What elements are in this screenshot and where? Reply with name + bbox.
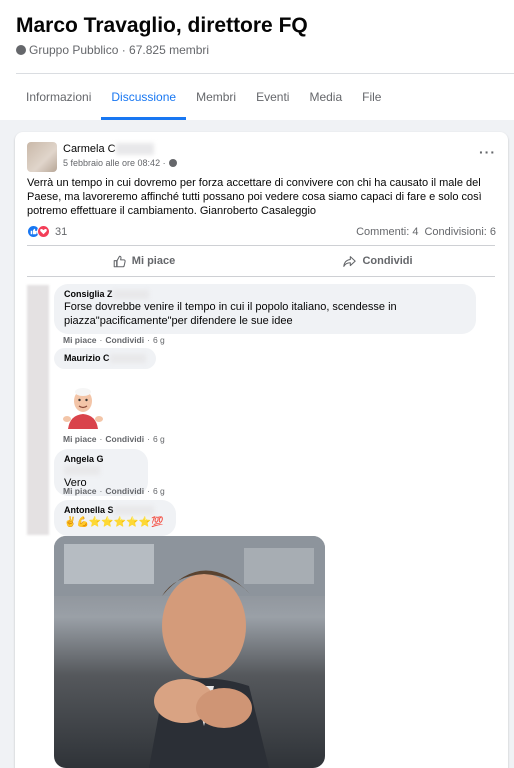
dot-separator: · xyxy=(99,335,103,345)
comment-text: Forse dovrebbe venire il tempo in cui il… xyxy=(64,301,397,327)
comment-item: Maurizio C xyxy=(54,348,156,369)
blurred-surname xyxy=(109,354,146,364)
post-timestamp[interactable]: 5 febbraio alle ore 08:42 · xyxy=(63,158,177,168)
dot-separator: · xyxy=(147,335,150,345)
tab-membri[interactable]: Membri xyxy=(186,74,246,120)
dot-separator: · xyxy=(147,486,150,496)
post-action-bar: Mi piace Condividi xyxy=(27,245,495,277)
post-text: Verrà un tempo in cui dovremo per forza … xyxy=(27,177,482,217)
group-meta: Gruppo Pubblico · 67.825 membri xyxy=(16,43,209,57)
reactions-count: 31 xyxy=(55,225,68,238)
comment-bubble: Maurizio C xyxy=(54,348,156,369)
blurred-avatars-strip xyxy=(27,285,49,535)
comment-time[interactable]: 6 g xyxy=(153,486,165,496)
group-meta-text: Gruppo Pubblico · 67.825 membri xyxy=(29,43,210,57)
comment-like-link[interactable]: Mi piace xyxy=(63,486,97,496)
comment-share-link[interactable]: Condividi xyxy=(105,486,144,496)
group-title[interactable]: Marco Travaglio, direttore FQ xyxy=(16,14,308,38)
gif-illustration xyxy=(54,536,325,768)
comment-bubble: Antonella S ✌💪⭐⭐⭐⭐⭐💯 xyxy=(54,500,176,536)
comment-author[interactable]: Antonella S xyxy=(64,505,166,516)
blurred-surname xyxy=(112,290,149,300)
comment-actions: Mi piace · Condividi · 6 g xyxy=(63,434,165,444)
comments-count[interactable]: Commenti: 4 xyxy=(356,226,418,238)
globe-icon xyxy=(168,159,177,167)
share-button[interactable]: Condividi xyxy=(261,246,495,276)
dot-separator: · xyxy=(99,434,103,444)
comment-share-link[interactable]: Condividi xyxy=(105,335,144,345)
like-button-label: Mi piace xyxy=(131,255,176,267)
comment-like-link[interactable]: Mi piace xyxy=(63,335,97,345)
gif-image[interactable] xyxy=(54,536,325,768)
group-header: Marco Travaglio, direttore FQ Gruppo Pub… xyxy=(0,0,514,120)
sticker-image xyxy=(63,388,103,429)
blurred-surname xyxy=(115,143,154,156)
post-author-name[interactable]: Carmela C xyxy=(63,143,116,155)
blurred-surname xyxy=(113,506,154,516)
comment-item: Antonella S ✌💪⭐⭐⭐⭐⭐💯 xyxy=(54,500,176,536)
comment-like-link[interactable]: Mi piace xyxy=(63,434,97,444)
dot-separator: · xyxy=(99,486,103,496)
post-time-text[interactable]: 5 febbraio alle ore 08:42 · xyxy=(63,158,166,168)
comment-item: Consiglia Z Forse dovrebbe venire il tem… xyxy=(54,284,476,334)
comment-actions: Mi piace · Condividi · 6 g xyxy=(63,335,165,345)
post-counts: Commenti: 4 Condivisioni: 6 xyxy=(356,226,496,238)
more-options-icon[interactable]: ··· xyxy=(479,144,496,160)
comment-emoji-text: ✌💪⭐⭐⭐⭐⭐💯 xyxy=(64,517,164,528)
comment-actions: Mi piace · Condividi · 6 g xyxy=(63,486,165,496)
share-arrow-icon xyxy=(343,255,357,267)
reactions-summary[interactable]: 31 xyxy=(27,225,67,238)
group-tabs: Informazioni Discussione Membri Eventi M… xyxy=(16,74,391,120)
comment-author[interactable]: Maurizio C xyxy=(64,353,146,364)
tab-discussione[interactable]: Discussione xyxy=(101,74,186,120)
tab-eventi[interactable]: Eventi xyxy=(246,74,299,120)
like-button[interactable]: Mi piace xyxy=(27,246,261,276)
comment-author[interactable]: Angela G xyxy=(64,454,138,476)
comment-time[interactable]: 6 g xyxy=(153,434,165,444)
comment-author[interactable]: Consiglia Z xyxy=(64,289,466,300)
tab-media[interactable]: Media xyxy=(299,74,352,120)
comment-time[interactable]: 6 g xyxy=(153,335,165,345)
blurred-surname xyxy=(64,466,100,476)
tab-file[interactable]: File xyxy=(352,74,391,120)
shares-count[interactable]: Condivisioni: 6 xyxy=(424,226,496,238)
globe-icon xyxy=(16,45,26,55)
post-author[interactable]: Carmela C xyxy=(63,143,154,156)
dot-separator: · xyxy=(147,434,150,444)
comment-share-link[interactable]: Condividi xyxy=(105,434,144,444)
tab-informazioni[interactable]: Informazioni xyxy=(16,74,101,120)
share-button-label: Condividi xyxy=(362,255,413,267)
author-avatar[interactable] xyxy=(27,142,57,172)
comment-bubble: Consiglia Z Forse dovrebbe venire il tem… xyxy=(54,284,476,334)
thumbs-up-icon xyxy=(113,255,126,267)
love-reaction-icon xyxy=(37,225,50,238)
